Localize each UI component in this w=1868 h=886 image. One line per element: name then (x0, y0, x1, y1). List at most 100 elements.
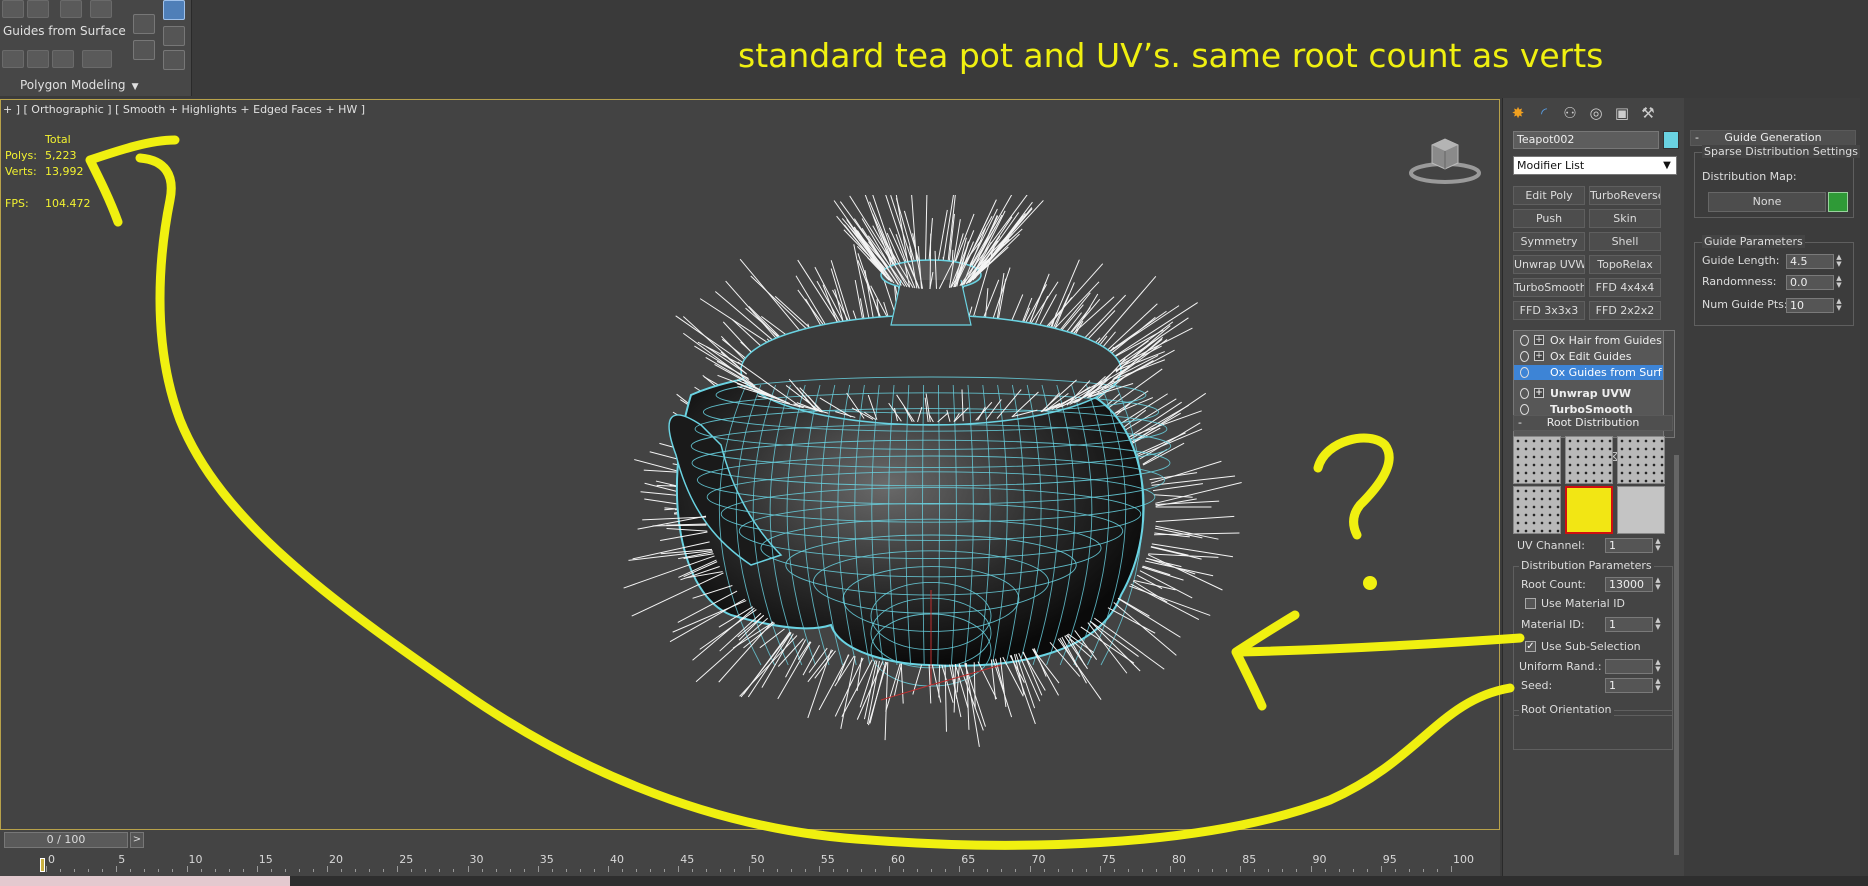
modifier-button-turboreverse[interactable]: TurboReverse (1589, 186, 1661, 205)
num-guide-pts-spinner[interactable]: 10 (1786, 298, 1834, 313)
distribution-thumb-map[interactable] (1617, 486, 1665, 534)
ribbon-side-icon[interactable] (163, 26, 185, 46)
ribbon-side-icon[interactable] (133, 14, 155, 34)
stack-item-ox-guides-from-surf[interactable]: Ox Guides from Surf (1514, 365, 1664, 380)
ribbon-tool-icon[interactable] (82, 50, 112, 68)
timeline-tick (593, 869, 595, 872)
distribution-map-button[interactable]: None (1708, 192, 1826, 212)
modifier-button-turbosmooth[interactable]: TurboSmooth (1513, 278, 1585, 297)
stack-item-unwrap-uvw[interactable]: + Unwrap UVW (1514, 386, 1664, 401)
ribbon-tool-icon[interactable] (2, 50, 24, 68)
ribbon-tool-icon[interactable] (27, 0, 49, 18)
distribution-thumb-random[interactable] (1565, 436, 1613, 484)
frame-slider[interactable]: 0 / 100 (4, 832, 128, 848)
object-name-field[interactable]: Teapot002 (1513, 131, 1659, 149)
spinner-arrows-icon[interactable]: ▲ ▼ (1653, 617, 1663, 632)
viewport-label[interactable]: + ] [ Orthographic ] [ Smooth + Highligh… (3, 103, 365, 116)
expand-icon[interactable]: + (1534, 388, 1544, 398)
modifier-button-symmetry[interactable]: Symmetry (1513, 232, 1585, 251)
ribbon-side-icon-active[interactable] (163, 0, 185, 20)
uniform-rand-spinner[interactable] (1605, 659, 1653, 674)
stack-item-ox-edit-guides[interactable]: + Ox Edit Guides (1514, 349, 1664, 364)
guide-length-spinner[interactable]: 4.5 (1786, 254, 1834, 269)
pick-map-icon[interactable] (1828, 192, 1848, 212)
ribbon-tool-icon[interactable] (52, 50, 74, 68)
modifier-button-ffd-3x3x3[interactable]: FFD 3x3x3 (1513, 301, 1585, 320)
modifier-button-push[interactable]: Push (1513, 209, 1585, 228)
lightbulb-icon[interactable] (1520, 388, 1529, 399)
object-color-swatch[interactable] (1663, 131, 1679, 149)
expand-icon[interactable]: + (1534, 351, 1544, 361)
ribbon-side-icon[interactable] (133, 40, 155, 60)
timeline-tick (1226, 869, 1228, 872)
distribution-map-label: Distribution Map: (1702, 170, 1797, 183)
lightbulb-icon[interactable] (1520, 367, 1529, 378)
guide-hair (1107, 607, 1156, 634)
stack-item-ox-hair-from-guides[interactable]: + Ox Hair from Guides (1514, 333, 1664, 348)
seed-spinner[interactable]: 1 (1605, 678, 1653, 693)
root-count-spinner[interactable]: 13000 (1605, 577, 1653, 592)
guide-hair (1155, 525, 1219, 540)
spinner-arrows-icon[interactable]: ▲ ▼ (1653, 678, 1663, 693)
modifier-button-skin[interactable]: Skin (1589, 209, 1661, 228)
randomness-spinner[interactable]: 0.0 (1786, 275, 1834, 290)
time-slider-handle[interactable] (40, 858, 45, 872)
command-panel-scrollbar[interactable] (1674, 455, 1679, 855)
polygon-modeling-tab[interactable]: Polygon Modeling ▼ (20, 78, 138, 92)
timeline-tick (1015, 869, 1017, 872)
spinner-arrows-icon[interactable]: ▲ ▼ (1834, 275, 1844, 290)
distribution-thumb-uniform[interactable] (1513, 436, 1561, 484)
modifier-list-dropdown[interactable]: Modifier List ▼ (1513, 156, 1677, 175)
root-distribution-rollout[interactable]: - Root Distribution (1513, 415, 1673, 431)
distribution-thumb-even[interactable] (1617, 436, 1665, 484)
ribbon-tool-icon[interactable] (60, 0, 82, 18)
spinner-arrows-icon[interactable]: ▲ ▼ (1834, 298, 1844, 313)
modifier-button-ffd-4x4x4[interactable]: FFD 4x4x4 (1589, 278, 1661, 297)
modifier-button-edit-poly[interactable]: Edit Poly (1513, 186, 1585, 205)
lightbulb-icon[interactable] (1520, 404, 1529, 415)
distribution-thumb-face[interactable] (1513, 486, 1561, 534)
chevron-down-icon: ▼ (1663, 160, 1671, 171)
timeline-tick (481, 869, 483, 872)
utilities-tab-icon[interactable]: ⚒ (1637, 102, 1659, 124)
display-tab-icon[interactable]: ▣ (1611, 102, 1633, 124)
use-sub-selection-checkbox[interactable]: ✓ (1525, 641, 1536, 652)
timeline-ruler[interactable]: 0 5 10 15 20 25 30 35 40 45 50 55 60 65 70 75 80 85 90 95 10… (40, 850, 1500, 872)
modifier-button-unwrap-uvw[interactable]: Unwrap UVW (1513, 255, 1585, 274)
spinner-arrows-icon[interactable]: ▲ ▼ (1653, 659, 1663, 674)
distribution-thumb-vertex-selected[interactable] (1565, 486, 1613, 534)
spinner-arrows-icon[interactable]: ▲ ▼ (1653, 538, 1663, 553)
lightbulb-icon[interactable] (1520, 335, 1529, 346)
guide-hair (973, 662, 976, 709)
timeline-tick (818, 866, 820, 872)
expand-icon[interactable]: + (1534, 335, 1544, 345)
spinner-arrows-icon[interactable]: ▲ ▼ (1834, 254, 1844, 269)
motion-tab-icon[interactable]: ◎ (1585, 102, 1607, 124)
timeline-tick (579, 869, 581, 872)
teapot-with-guides[interactable] (601, 195, 1261, 795)
modifier-button-shell[interactable]: Shell (1589, 232, 1661, 251)
timeline-tick (144, 869, 146, 872)
viewport-orthographic[interactable]: + ] [ Orthographic ] [ Smooth + Highligh… (0, 99, 1500, 830)
modifier-button-toporelax[interactable]: TopoRelax (1589, 255, 1661, 274)
modifier-button-ffd-2x2x2[interactable]: FFD 2x2x2 (1589, 301, 1661, 320)
maxscript-listener[interactable] (0, 876, 290, 886)
timeline-tick (116, 866, 118, 872)
material-id-spinner[interactable]: 1 (1605, 617, 1653, 632)
timeline-tick (903, 869, 905, 872)
modify-tab-icon[interactable]: ◜ (1533, 102, 1555, 124)
uv-channel-spinner[interactable]: 1 (1605, 538, 1653, 553)
timeline-tick-label: 25 (399, 853, 414, 866)
viewcube-icon[interactable] (1408, 135, 1483, 185)
lightbulb-icon[interactable] (1520, 351, 1529, 362)
spinner-arrows-icon[interactable]: ▲ ▼ (1653, 577, 1663, 592)
ribbon-side-icon[interactable] (163, 50, 185, 70)
ribbon-tool-icon[interactable] (27, 50, 49, 68)
create-tab-icon[interactable]: ✸ (1507, 102, 1529, 124)
hierarchy-tab-icon[interactable]: ⚇ (1559, 102, 1581, 124)
ribbon-tool-icon[interactable] (2, 0, 24, 18)
ribbon-tool-icon[interactable] (90, 0, 112, 18)
next-frame-button[interactable]: > (130, 832, 144, 848)
use-material-id-checkbox[interactable] (1525, 598, 1536, 609)
guide-generation-rollout[interactable]: - Guide Generation (1690, 130, 1856, 146)
